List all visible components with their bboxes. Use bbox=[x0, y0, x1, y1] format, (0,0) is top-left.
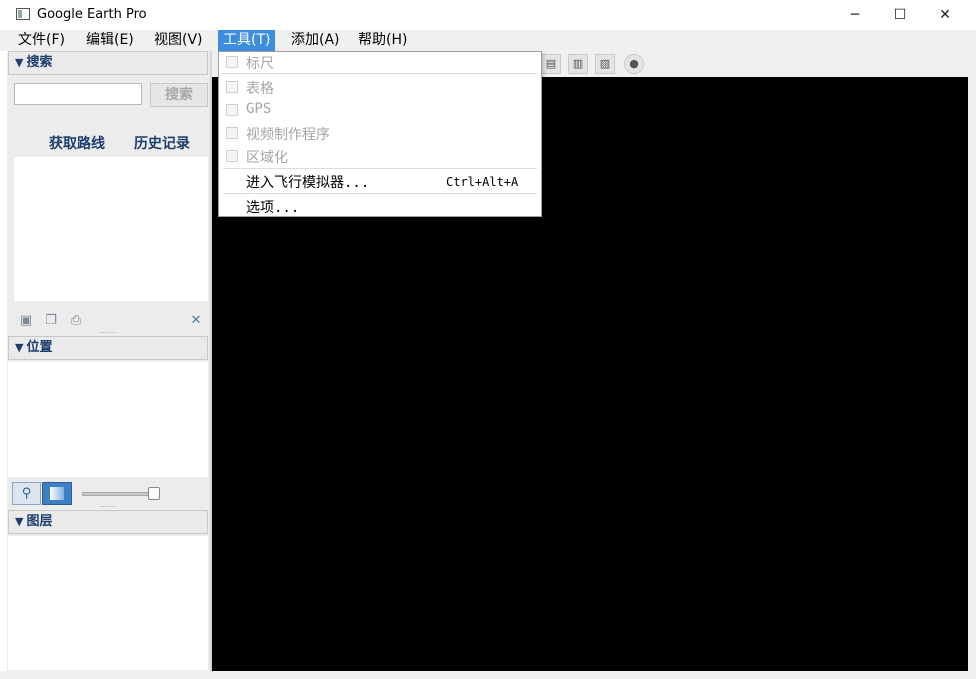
places-panel-title: 位置 bbox=[26, 340, 53, 355]
history-link[interactable]: 历史记录 bbox=[134, 133, 190, 153]
table-checkbox bbox=[226, 81, 238, 93]
menu-file[interactable]: 文件(F) bbox=[13, 30, 70, 51]
movie-maker-checkbox bbox=[226, 127, 238, 139]
opacity-slider-track[interactable] bbox=[82, 492, 154, 496]
email-icon[interactable]: ▤ bbox=[541, 54, 561, 74]
menu-separator bbox=[223, 168, 537, 169]
print-map-icon[interactable]: ▥ bbox=[568, 54, 588, 74]
copy-icon[interactable]: ❐ bbox=[43, 314, 59, 328]
opacity-slider-thumb[interactable] bbox=[148, 487, 160, 500]
menu-item-regionate: 区域化 bbox=[246, 150, 288, 166]
menu-item-movie-maker: 视频制作程序 bbox=[246, 127, 330, 143]
clear-search-icon[interactable]: ✕ bbox=[188, 314, 204, 328]
save-image-icon[interactable]: ▨ bbox=[595, 54, 615, 74]
menu-item-gps: GPS bbox=[246, 101, 272, 117]
gps-checkbox bbox=[226, 104, 238, 116]
layers-tree[interactable] bbox=[8, 536, 208, 670]
view-in-maps-icon[interactable]: ● bbox=[624, 54, 644, 74]
flight-simulator-shortcut: Ctrl+Alt+A bbox=[446, 175, 519, 189]
window-title: Google Earth Pro bbox=[37, 7, 147, 22]
menu-edit[interactable]: 编辑(E) bbox=[81, 30, 139, 51]
menu-separator bbox=[223, 193, 537, 194]
regionate-checkbox bbox=[226, 150, 238, 162]
minimize-button[interactable]: ─ bbox=[832, 0, 878, 30]
window-frame bbox=[0, 671, 976, 679]
close-window-button[interactable]: ✕ bbox=[922, 0, 968, 30]
ruler-checkbox bbox=[226, 56, 238, 68]
menu-item-ruler: 标尺 bbox=[246, 56, 274, 72]
search-results-list[interactable] bbox=[14, 157, 208, 301]
maximize-button[interactable]: ☐ bbox=[877, 0, 923, 30]
search-panel-header[interactable]: ▼ 搜索 bbox=[8, 51, 208, 75]
places-panel-header[interactable]: ▼ 位置 bbox=[8, 336, 208, 360]
search-button[interactable]: 搜索 bbox=[150, 83, 208, 107]
search-panel-title: 搜索 bbox=[26, 55, 53, 70]
app-icon bbox=[16, 8, 30, 20]
splitter-grip[interactable] bbox=[100, 506, 116, 509]
menu-tools[interactable]: 工具(T) bbox=[218, 30, 276, 51]
menu-view[interactable]: 视图(V) bbox=[149, 30, 208, 51]
get-directions-link[interactable]: 获取路线 bbox=[49, 133, 105, 153]
menu-help[interactable]: 帮助(H) bbox=[353, 30, 412, 51]
collapse-triangle-icon: ▼ bbox=[15, 515, 24, 528]
print-icon[interactable]: ⎙ bbox=[68, 314, 84, 328]
menu-bar bbox=[0, 30, 976, 51]
menu-item-flight-simulator[interactable]: 进入飞行模拟器... bbox=[246, 172, 369, 192]
search-places-icon[interactable]: ⚲ bbox=[12, 482, 41, 505]
splitter-grip[interactable] bbox=[100, 332, 116, 335]
menu-item-options[interactable]: 选项... bbox=[246, 197, 299, 217]
collapse-triangle-icon: ▼ bbox=[15, 341, 24, 354]
places-tree[interactable] bbox=[8, 362, 208, 477]
collapse-triangle-icon: ▼ bbox=[15, 56, 24, 69]
search-input[interactable] bbox=[14, 83, 142, 105]
layers-panel-title: 图层 bbox=[26, 514, 53, 529]
window-frame bbox=[968, 51, 976, 679]
menu-add[interactable]: 添加(A) bbox=[286, 30, 345, 51]
menu-separator bbox=[223, 73, 537, 74]
add-folder-icon[interactable]: ▣ bbox=[18, 314, 34, 328]
transparency-icon[interactable] bbox=[42, 482, 72, 505]
menu-item-table: 表格 bbox=[246, 81, 274, 97]
layers-panel-header[interactable]: ▼ 图层 bbox=[8, 510, 208, 534]
